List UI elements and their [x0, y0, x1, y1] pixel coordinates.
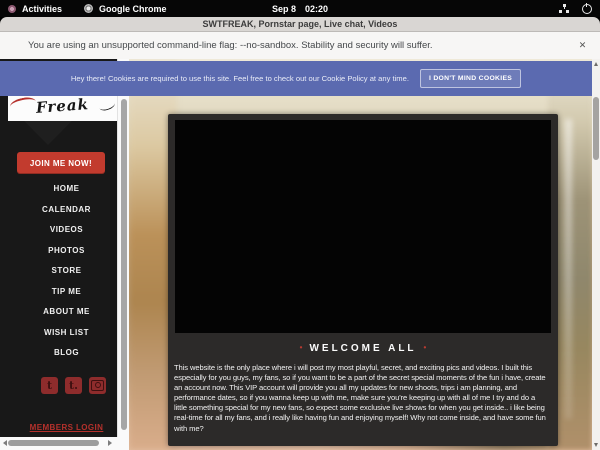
logo-text: Freak: [35, 96, 89, 117]
cookie-notice-bar: Hey there! Cookies are required to use t…: [0, 61, 592, 96]
site-logo[interactable]: Freak: [8, 96, 117, 121]
network-icon: [559, 4, 569, 13]
members-login-link[interactable]: MEMBERS LOGIN: [0, 423, 117, 432]
video-player[interactable]: [175, 120, 551, 333]
photo-highlight: [565, 119, 572, 419]
sidebar-item-about-me[interactable]: ABOUT ME: [0, 307, 117, 316]
tumblr-icon[interactable]: t.: [65, 377, 82, 394]
sidebar-horizontal-scrollbar[interactable]: [0, 437, 129, 450]
cookie-message: Hey there! Cookies are required to use t…: [71, 74, 409, 83]
close-icon[interactable]: ✕: [576, 39, 589, 52]
sidebar-item-home[interactable]: HOME: [0, 184, 117, 193]
heading-dot-icon: •: [417, 343, 434, 352]
scroll-left-arrow-icon[interactable]: [3, 440, 7, 446]
scrollbar-thumb[interactable]: [121, 99, 127, 430]
window-titlebar[interactable]: SWTFREAK, Pornstar page, Live chat, Vide…: [0, 17, 600, 32]
sidebar-item-photos[interactable]: PHOTOS: [0, 246, 117, 255]
window-title: SWTFREAK, Pornstar page, Live chat, Vide…: [203, 19, 398, 29]
tumblr-glyph: t.: [69, 379, 78, 392]
gnome-top-bar: Activities Google Chrome: [0, 0, 600, 17]
sidebar-item-calendar[interactable]: CALENDAR: [0, 205, 117, 214]
accept-cookies-button[interactable]: I DON'T MIND COOKIES: [420, 69, 521, 88]
sidebar: Freak JOIN ME NOW! HOME CALENDAR VIDEOS …: [0, 59, 117, 437]
infobar-message: You are using an unsupported command-lin…: [28, 40, 433, 51]
twitter-glyph: t: [47, 379, 52, 392]
sidebar-item-blog[interactable]: BLOG: [0, 348, 117, 357]
app-menu-button[interactable]: Google Chrome: [99, 4, 167, 14]
sidebar-item-wish-list[interactable]: WISH LIST: [0, 328, 117, 337]
scrollbar-thumb[interactable]: [8, 440, 99, 446]
scroll-up-arrow-icon[interactable]: [594, 62, 598, 66]
chrome-app-icon: [84, 4, 93, 13]
sidebar-item-tip-me[interactable]: TIP ME: [0, 287, 117, 296]
logo-flourish: [98, 99, 116, 113]
heading-dot-icon: •: [293, 343, 310, 352]
browser-vertical-scrollbar[interactable]: [592, 59, 600, 450]
scroll-right-arrow-icon[interactable]: [108, 440, 112, 446]
activities-icon: [8, 5, 16, 13]
twitter-icon[interactable]: t: [41, 377, 58, 394]
scrollbar-thumb[interactable]: [593, 97, 599, 160]
chrome-infobar: You are using an unsupported command-lin…: [0, 32, 600, 59]
system-tray[interactable]: [559, 0, 592, 17]
sidebar-item-videos[interactable]: VIDEOS: [0, 225, 117, 234]
page-viewport: •WELCOME ALL• This website is the only p…: [0, 59, 600, 450]
intro-paragraph: This website is the only place where i w…: [174, 363, 550, 443]
welcome-heading: •WELCOME ALL•: [168, 343, 558, 354]
content-panel: •WELCOME ALL• This website is the only p…: [168, 114, 558, 446]
sidebar-vertical-scrollbar[interactable]: [117, 59, 129, 437]
desktop-screenshot: Activities Google Chrome Sep 8 02:20 SWT…: [0, 0, 600, 450]
activities-button[interactable]: Activities: [22, 4, 62, 14]
sidebar-item-store[interactable]: STORE: [0, 266, 117, 275]
instagram-icon[interactable]: [89, 377, 106, 394]
welcome-heading-text: WELCOME ALL: [309, 343, 416, 354]
join-me-now-button[interactable]: JOIN ME NOW!: [17, 152, 105, 174]
power-icon: [582, 4, 592, 14]
camera-glyph: [91, 380, 104, 391]
scroll-down-arrow-icon[interactable]: [594, 443, 598, 447]
logo-red-swash: [9, 96, 37, 113]
